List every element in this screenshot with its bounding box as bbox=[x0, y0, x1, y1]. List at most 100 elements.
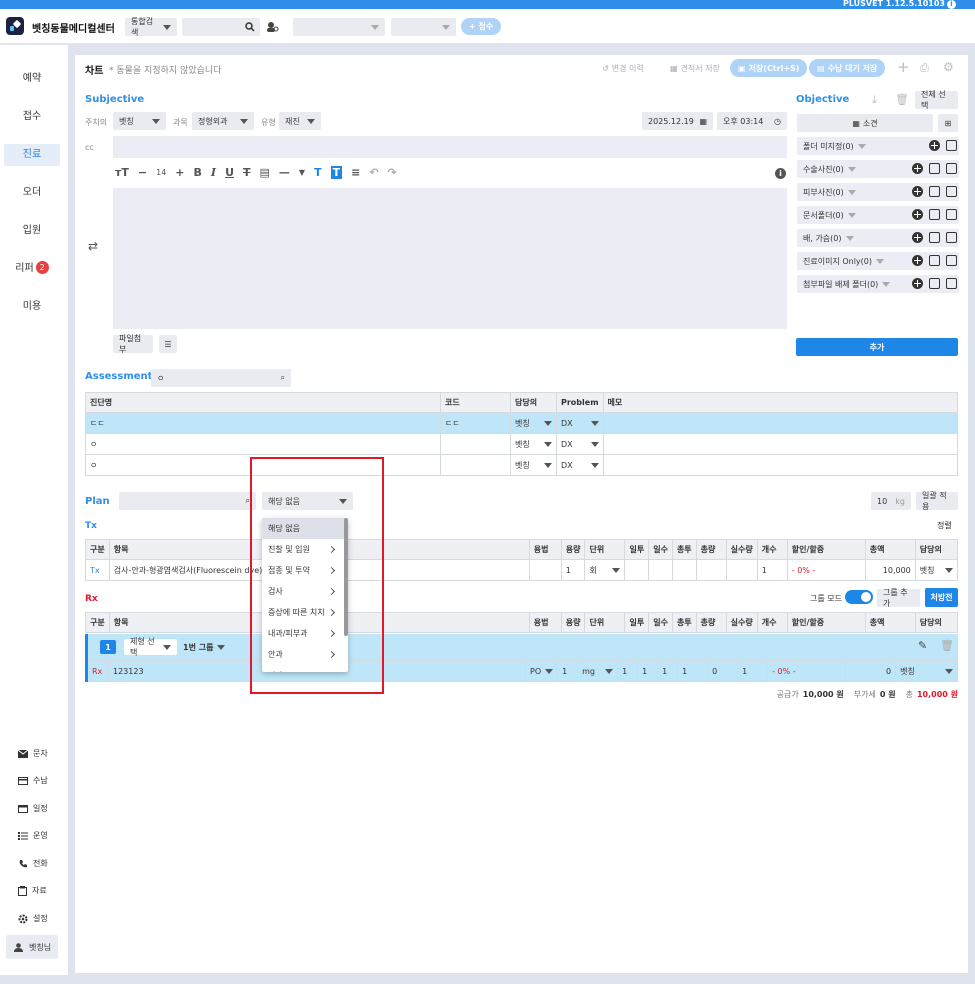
user-profile[interactable]: 벳칭님 bbox=[6, 935, 58, 959]
add-icon[interactable] bbox=[912, 209, 923, 220]
nav-payment[interactable]: 수납 bbox=[18, 775, 48, 786]
folder-item[interactable]: 첨부파일 배제 폴더(0) bbox=[797, 275, 959, 293]
minus-icon[interactable]: − bbox=[138, 166, 147, 179]
search-image-icon[interactable] bbox=[929, 163, 940, 174]
search-scope-select[interactable]: 통합검색 bbox=[125, 17, 177, 37]
vet-select[interactable]: 벳칭 bbox=[113, 112, 166, 130]
plus-icon[interactable]: + bbox=[175, 166, 184, 179]
add-image-button[interactable]: ⊞ bbox=[938, 114, 958, 132]
table-icon[interactable]: ▤ bbox=[260, 166, 270, 179]
apply-all-button[interactable]: 일괄 적용 bbox=[916, 491, 958, 511]
folder-item[interactable]: 진료이미지 Only(0) bbox=[797, 252, 959, 270]
folder-item[interactable]: 문서폴더(0) bbox=[797, 206, 959, 224]
folder-item[interactable]: 피부사진(0) bbox=[797, 183, 959, 201]
dept-select[interactable]: 정형외과 bbox=[192, 112, 254, 130]
attach-file-button[interactable]: 파일첨부 bbox=[113, 334, 153, 354]
folder-item[interactable]: 배, 가슴(0) bbox=[797, 229, 959, 247]
add-icon[interactable] bbox=[912, 163, 923, 174]
add-icon[interactable] bbox=[912, 232, 923, 243]
group-name-select[interactable]: 1번 그룹 bbox=[183, 642, 226, 653]
save-button[interactable]: ▣ 저장(Ctrl+S) bbox=[730, 59, 808, 77]
nav-grooming[interactable]: 미용 bbox=[0, 296, 64, 318]
folder-item[interactable]: 폴더 미지정(0) bbox=[797, 137, 959, 155]
font-size-icon[interactable]: ᴛT bbox=[115, 166, 129, 179]
add-icon[interactable] bbox=[912, 278, 923, 289]
italic-icon[interactable]: I bbox=[211, 166, 216, 179]
nav-schedule[interactable]: 일정 bbox=[18, 803, 48, 814]
swap-icon[interactable]: ⇄ bbox=[88, 239, 98, 253]
nav-reservation[interactable]: 예약 bbox=[0, 68, 64, 90]
type-select[interactable]: 재진 bbox=[279, 112, 321, 130]
objective-add-button[interactable]: 추가 bbox=[796, 338, 958, 356]
nav-operation[interactable]: 운영 bbox=[18, 830, 48, 841]
group-mode-toggle[interactable] bbox=[845, 590, 873, 604]
table-row[interactable]: Rx 123123 PO 1 mg 1 1 1 1 0 1- 0% -0 벳칭 bbox=[86, 660, 958, 682]
info-icon[interactable]: i bbox=[947, 0, 956, 9]
select-all-button[interactable]: 전체 선택 bbox=[915, 90, 958, 110]
bold-icon[interactable]: B bbox=[194, 166, 202, 179]
folder-item[interactable]: 수술사진(0) bbox=[797, 160, 959, 178]
nav-treatment[interactable]: 진료 bbox=[4, 144, 60, 166]
underline-icon[interactable]: U bbox=[225, 166, 234, 179]
strikethrough-icon[interactable]: T bbox=[243, 166, 251, 179]
align-icon[interactable]: ≡ bbox=[351, 166, 360, 179]
trash-icon[interactable]: 🗑 bbox=[940, 639, 954, 652]
plan-search-input[interactable]: ⌕ bbox=[119, 492, 256, 510]
highlight-icon[interactable]: T bbox=[330, 166, 343, 179]
calendar-icon[interactable] bbox=[946, 255, 957, 266]
time-field[interactable]: 오후 03:14 ◷ bbox=[717, 112, 787, 130]
search-image-icon[interactable] bbox=[929, 232, 940, 243]
subjective-editor[interactable] bbox=[113, 188, 787, 329]
nav-referral[interactable]: 리퍼 2 bbox=[0, 258, 64, 280]
search-image-icon[interactable] bbox=[929, 209, 940, 220]
search-icon[interactable] bbox=[245, 22, 255, 32]
estimate-save-button[interactable]: ▦ 견적서 저장 bbox=[662, 59, 728, 77]
nav-phone[interactable]: 전화 bbox=[18, 858, 48, 869]
date-field[interactable]: 2025.12.19 ▦ bbox=[642, 112, 713, 130]
add-icon[interactable] bbox=[912, 255, 923, 266]
reception-button[interactable]: + 접수 bbox=[461, 18, 502, 35]
sort-button[interactable]: 정렬 bbox=[937, 520, 952, 531]
add-icon[interactable] bbox=[912, 186, 923, 197]
user-search-icon[interactable] bbox=[266, 21, 279, 33]
nav-settings[interactable]: 설정 bbox=[18, 913, 48, 924]
redo-icon[interactable]: ↷ bbox=[388, 166, 397, 179]
findings-button[interactable]: ▦ 소견 bbox=[797, 114, 933, 132]
form-select[interactable]: 제형 선택 bbox=[124, 637, 177, 657]
nav-reception[interactable]: 접수 bbox=[0, 106, 64, 128]
animal-select[interactable] bbox=[293, 18, 385, 36]
undo-icon[interactable]: ↶ bbox=[369, 166, 378, 179]
prescription-button[interactable]: 처방전 bbox=[925, 588, 958, 607]
search-image-icon[interactable] bbox=[929, 278, 940, 289]
payment-wait-save-button[interactable]: ▤ 수납 대기 저장 bbox=[809, 59, 886, 77]
gear-icon[interactable]: ⚙ bbox=[943, 60, 954, 74]
calendar-icon[interactable] bbox=[946, 209, 957, 220]
table-row[interactable]: Tx 검사-안과-형광염색검사(Fluorescein dye) 초진 1 회 1- 0… bbox=[85, 559, 959, 581]
nav-data[interactable]: 자료 bbox=[18, 885, 47, 896]
search-image-icon[interactable] bbox=[929, 186, 940, 197]
guardian-select[interactable] bbox=[391, 18, 456, 36]
add-icon[interactable] bbox=[929, 140, 940, 151]
text-color-icon[interactable]: T bbox=[314, 166, 322, 179]
nav-order[interactable]: 오더 bbox=[0, 182, 64, 204]
download-icon[interactable]: ⤓ bbox=[872, 93, 877, 107]
nav-message[interactable]: 문자 bbox=[18, 748, 48, 759]
table-row[interactable]: ㅇ 벳칭 DX bbox=[85, 454, 959, 476]
calendar-icon[interactable] bbox=[946, 163, 957, 174]
print-icon[interactable]: ⎙ bbox=[920, 61, 929, 75]
history-button[interactable]: ↺ 변경 이력 bbox=[594, 59, 652, 77]
calendar-icon[interactable] bbox=[946, 278, 957, 289]
info-icon[interactable]: i bbox=[775, 168, 786, 179]
table-row[interactable]: ㅇ 벳칭 DX bbox=[85, 433, 959, 455]
edit-icon[interactable]: ✎ bbox=[918, 639, 927, 652]
weight-field[interactable]: 10 kg bbox=[871, 492, 911, 510]
cc-input[interactable] bbox=[113, 136, 787, 158]
nav-hospitalization[interactable]: 입원 bbox=[0, 220, 64, 242]
trash-icon[interactable]: 🗑 bbox=[895, 93, 909, 106]
calendar-icon[interactable] bbox=[946, 232, 957, 243]
search-image-icon[interactable] bbox=[929, 255, 940, 266]
assessment-search-input[interactable]: ㅇ ⌕ bbox=[151, 369, 291, 387]
list-button[interactable]: ☰ bbox=[159, 335, 177, 353]
calendar-icon[interactable] bbox=[946, 186, 957, 197]
search-image-icon[interactable] bbox=[946, 140, 957, 151]
